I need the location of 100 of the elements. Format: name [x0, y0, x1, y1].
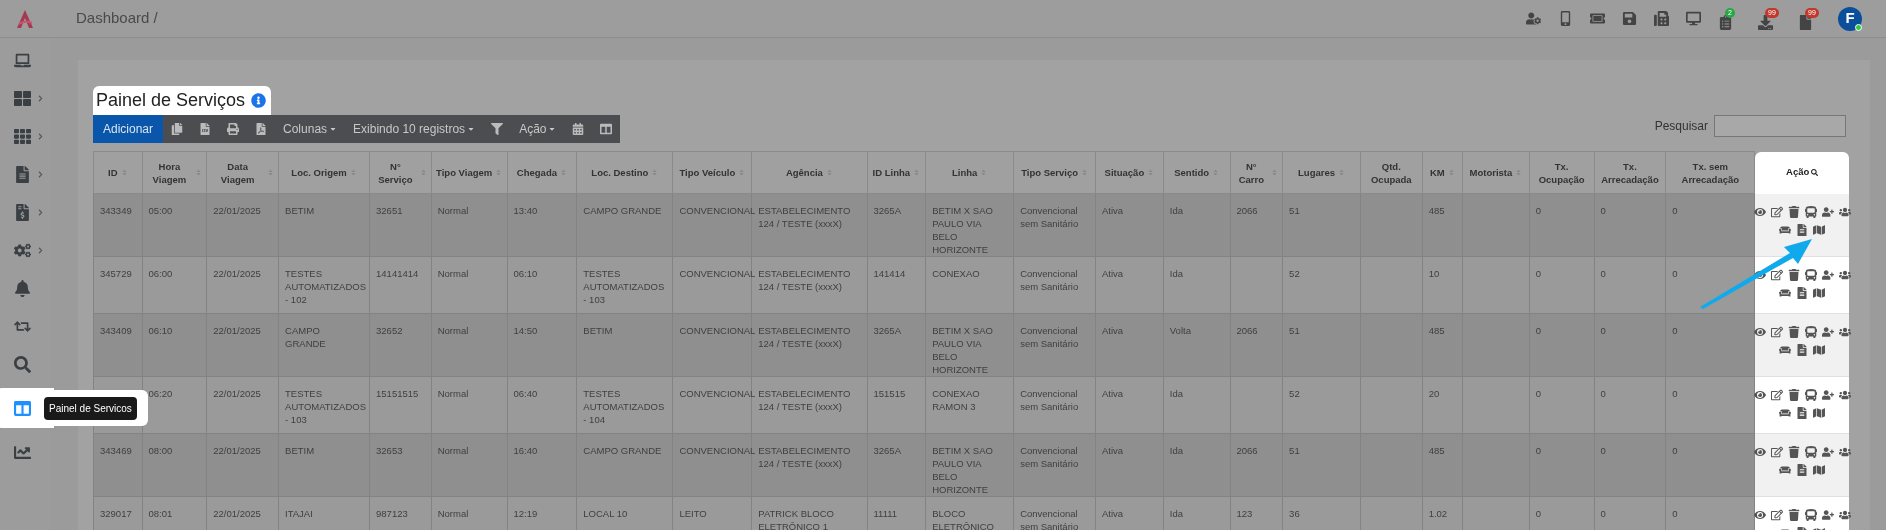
table-cell: 343349: [100, 205, 132, 216]
table-cell: TESTES AUTOMATIZADOS - 103: [285, 388, 366, 425]
table-cell: 11111: [873, 508, 898, 519]
table-cell: CAMPO GRANDE: [285, 325, 326, 349]
table-cell: 0: [1672, 445, 1678, 456]
table-cell: 343469: [100, 445, 132, 456]
table-cell: 1.02: [1428, 508, 1448, 519]
column-header[interactable]: Ação: [1786, 165, 1810, 180]
table-cell: LOCAL 10: [583, 508, 628, 519]
table-cell: ESTABELECIMENTO 124 / TESTE (xxxX): [758, 268, 851, 292]
table-cell: Convencional sem Sanitário: [1020, 325, 1079, 349]
table-cell: Ida: [1169, 205, 1183, 216]
table-cell: 12:19: [513, 508, 538, 519]
table-cell: CAMPO GRANDE: [583, 205, 662, 216]
table-cell: 22/01/2025: [213, 325, 261, 336]
table-cell: 485: [1428, 205, 1445, 216]
table-cell: 22/01/2025: [213, 205, 261, 216]
table-cell: 06:00: [148, 268, 173, 279]
table-cell: ESTABELECIMENTO 124 / TESTE (xxxX): [758, 325, 851, 349]
table-cell: 51: [1289, 445, 1300, 456]
table-cell: 3265A: [873, 445, 901, 456]
table-cell: 0: [1600, 445, 1606, 456]
table-cell: 36: [1289, 508, 1300, 519]
table-cell: Convencional sem Sanitário: [1020, 205, 1079, 229]
table-cell: 52: [1289, 388, 1300, 399]
table-cell: 0: [1535, 205, 1542, 216]
table-cell: 06:20: [148, 388, 173, 399]
table-cell: BETIM X SAO PAULO VIA BELO HORIZONTE: [932, 205, 993, 255]
table-cell: Ativa: [1102, 205, 1124, 216]
table-cell: CONVENCIONAL: [679, 268, 756, 279]
table-cell: 2066: [1236, 325, 1258, 336]
table-cell: 06:40: [513, 388, 538, 399]
dropdown-button[interactable]: Ação: [511, 115, 565, 143]
table-cell: 0: [1535, 445, 1542, 456]
search-label: Pesquisar: [1654, 118, 1708, 135]
table-cell: Convencional sem Sanitário: [1020, 445, 1079, 469]
table-cell: 32651: [376, 205, 403, 216]
table-cell: 343409: [100, 325, 132, 336]
table-cell: BLOCO ELETRÔNICO: [932, 508, 994, 530]
table-cell: 06:10: [513, 268, 538, 279]
table-cell: TESTES AUTOMATIZADOS - 103: [583, 268, 665, 305]
table-cell: Normal: [437, 268, 469, 279]
table-cell: Ida: [1169, 388, 1183, 399]
table-cell: Normal: [437, 388, 469, 399]
table-cell: CONVENCIONAL: [679, 325, 756, 336]
table-cell: 51: [1289, 325, 1300, 336]
table-cell: 15151515: [376, 388, 419, 399]
table-cell: CONEXAO RAMON 3: [932, 388, 980, 412]
breadcrumb: Dashboard /: [76, 8, 158, 29]
table-cell: ESTABELECIMENTO 124 / TESTE (xxxX): [758, 388, 851, 412]
table-cell: 32652: [376, 325, 403, 336]
table-cell: Convencional sem Sanitário: [1020, 388, 1079, 412]
table-cell: 16:40: [513, 445, 538, 456]
table-cell: ESTABELECIMENTO 124 / TESTE (xxxX): [758, 445, 851, 469]
table-cell: BETIM: [285, 205, 315, 216]
table-cell: 141414: [873, 268, 906, 279]
table-cell: 22/01/2025: [213, 445, 261, 456]
table-cell: Ativa: [1102, 445, 1124, 456]
table-cell: 0: [1672, 325, 1678, 336]
table-cell: 485: [1428, 325, 1445, 336]
table-cell: 22/01/2025: [213, 388, 261, 399]
table-cell: PATRICK BLOCO ELETRÔNICO 1: [758, 508, 834, 530]
table-cell: BETIM: [285, 445, 315, 456]
table-cell: BETIM X SAO PAULO VIA BELO HORIZONTE: [932, 325, 993, 375]
table-cell: CONVENCIONAL: [679, 205, 756, 216]
table-cell: 123: [1236, 508, 1253, 519]
table-cell: 32653: [376, 445, 403, 456]
table-cell: LEITO: [679, 508, 707, 519]
table-cell: 2066: [1236, 205, 1258, 216]
user-avatar[interactable]: F: [1838, 6, 1862, 31]
table-cell: 0: [1672, 508, 1678, 519]
table-cell: Ativa: [1102, 268, 1124, 279]
table-cell: 20: [1428, 388, 1440, 399]
page-title: Painel de Serviços: [96, 89, 246, 112]
table-cell: CAMPO GRANDE: [583, 445, 662, 456]
table-cell: Ativa: [1102, 325, 1124, 336]
table-cell: Ativa: [1102, 508, 1124, 519]
table-cell: 987123: [376, 508, 408, 519]
table-cell: 14141414: [376, 268, 419, 279]
table-cell: 0: [1535, 508, 1542, 519]
table-cell: 0: [1672, 388, 1678, 399]
table-cell: Ida: [1169, 445, 1183, 456]
table-cell: CONVENCIONAL: [679, 445, 756, 456]
table-cell: 485: [1428, 445, 1445, 456]
dropdown-button[interactable]: Exibindo 10 registros: [345, 115, 484, 143]
table-cell: TESTES AUTOMATIZADOS - 104: [583, 388, 665, 425]
table-cell: 22/01/2025: [213, 268, 261, 279]
table-cell: CONEXAO: [932, 268, 980, 279]
table-cell: 3265A: [873, 325, 901, 336]
table-cell: 13:40: [513, 205, 538, 216]
table-cell: Ativa: [1102, 388, 1124, 399]
table-cell: 10: [1428, 268, 1440, 279]
dropdown-button[interactable]: Colunas: [275, 115, 346, 143]
table-cell: Ida: [1169, 508, 1183, 519]
table-cell: Normal: [437, 325, 469, 336]
add-button[interactable]: Adicionar: [93, 115, 164, 143]
tooltip: Painel de Servicos: [44, 396, 137, 420]
table-cell: 0: [1600, 325, 1606, 336]
table-cell: Normal: [437, 445, 469, 456]
table-cell: Normal: [437, 508, 469, 519]
